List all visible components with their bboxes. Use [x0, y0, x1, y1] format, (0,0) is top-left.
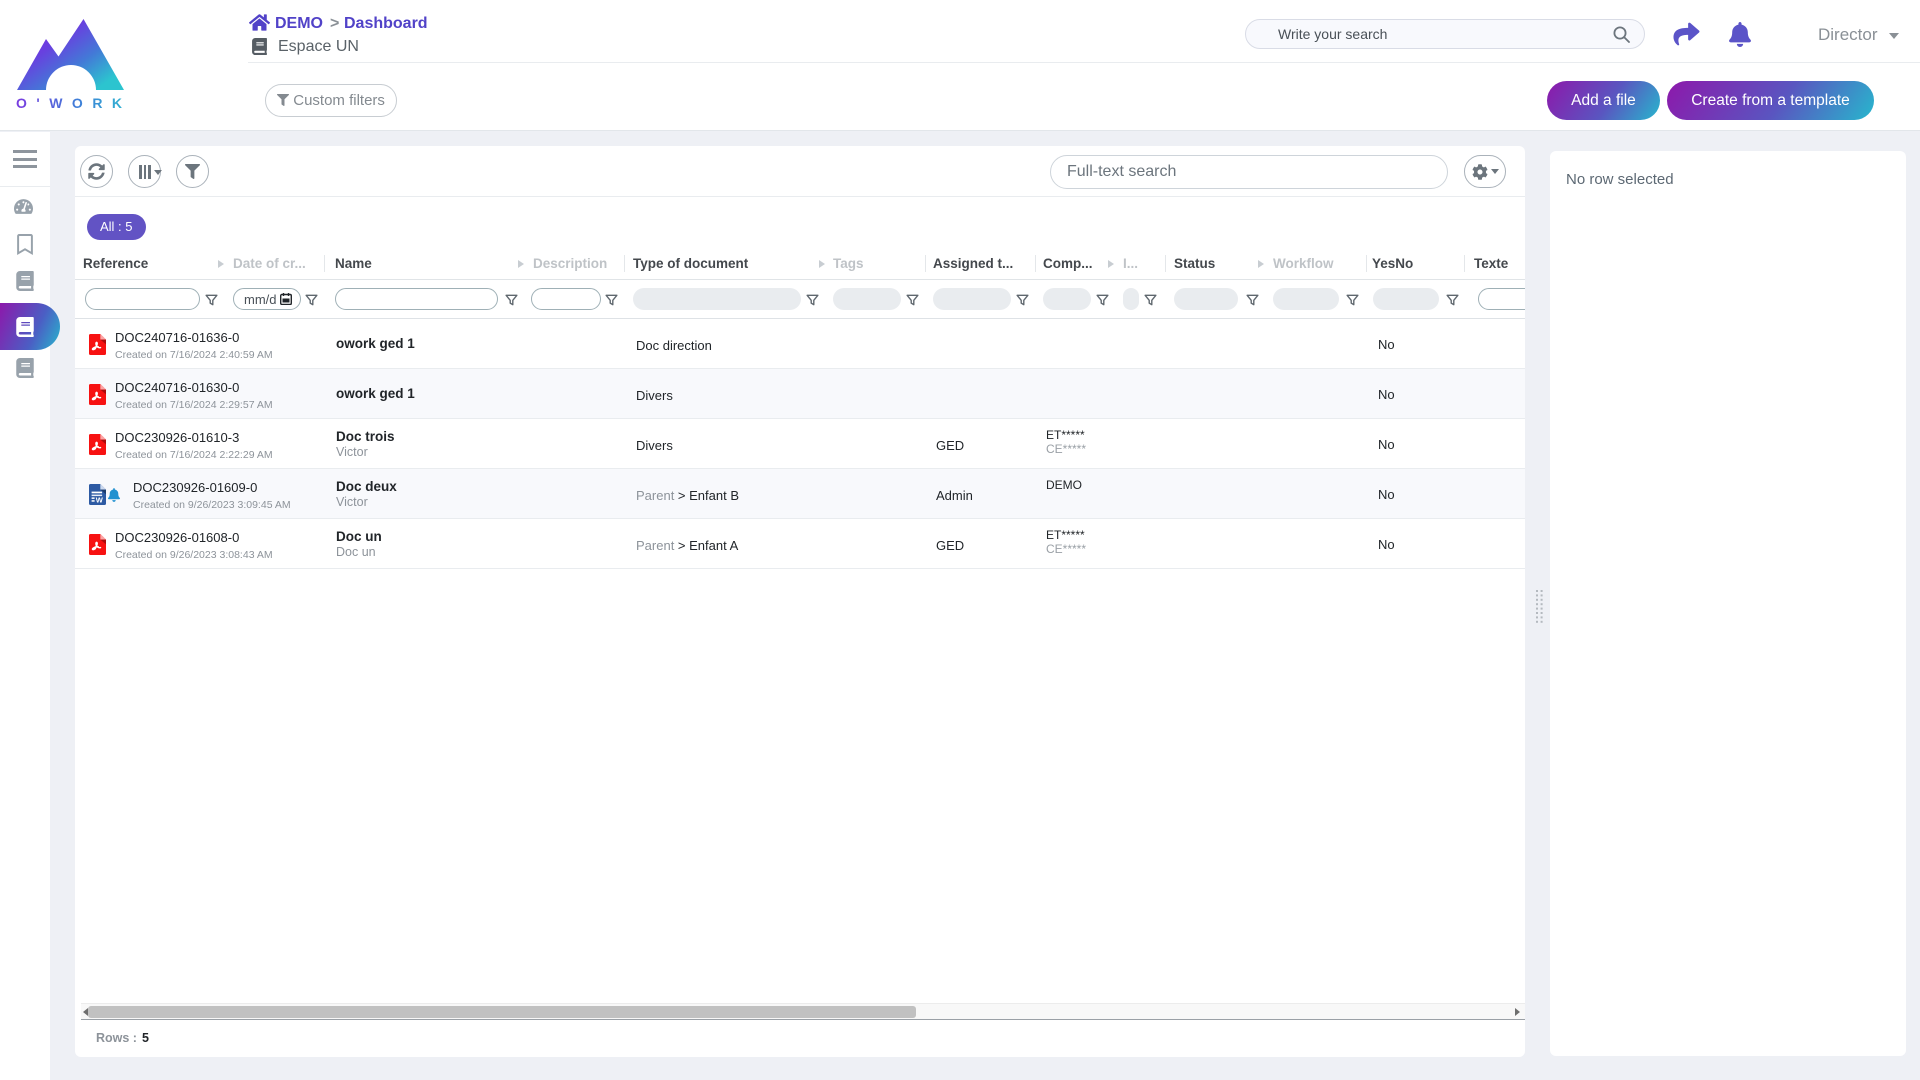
- svg-text:W: W: [96, 496, 104, 505]
